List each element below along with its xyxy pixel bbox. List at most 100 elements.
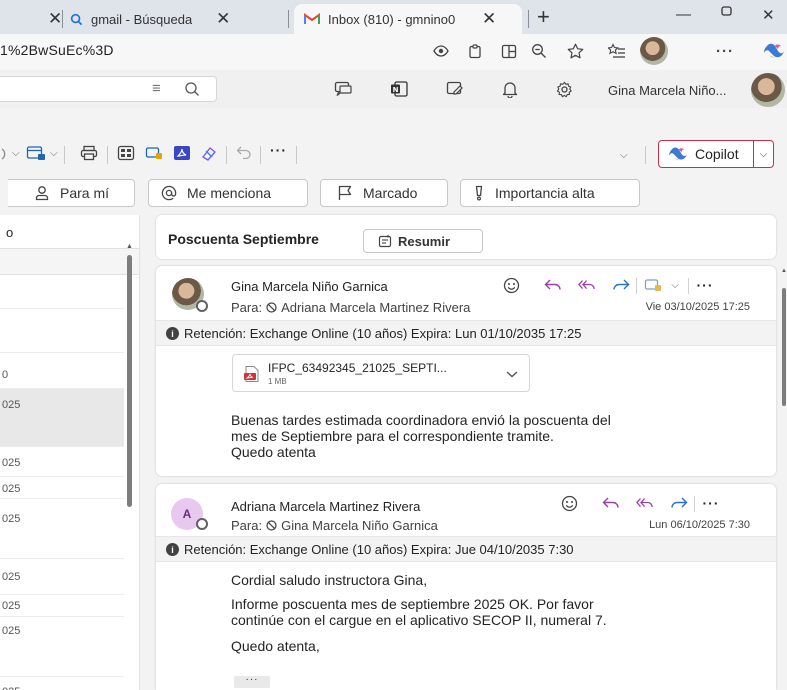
list-item-date: 0 (2, 369, 9, 381)
more-options-icon[interactable]: ··· (702, 494, 720, 512)
list-item[interactable] (0, 275, 124, 309)
user-avatar[interactable] (751, 73, 785, 107)
reply-all-icon[interactable] (636, 494, 654, 512)
tab-close-icon[interactable]: ✕ (38, 4, 62, 34)
list-item[interactable]: 025 (0, 477, 124, 499)
zoom-out-icon[interactable] (530, 42, 548, 60)
bell-icon[interactable] (502, 81, 520, 99)
filter-para-mi[interactable]: Para mí (8, 179, 135, 207)
chevron-down-icon[interactable]: ⌵ (753, 141, 773, 167)
sender-name[interactable]: Adriana Marcela Martinez Rivera (231, 499, 420, 514)
apps-grid-icon[interactable] (117, 145, 135, 163)
undo-icon[interactable] (236, 145, 254, 163)
chevron-down-icon[interactable]: ⌵ (50, 148, 58, 159)
search-box[interactable]: ≡ (0, 76, 217, 102)
tab-gmail-search[interactable]: gmail - Búsqueda ✕ (70, 4, 258, 34)
info-icon: i (166, 543, 179, 556)
copilot-icon (667, 146, 689, 162)
forward-icon[interactable] (670, 494, 688, 512)
more-options-icon[interactable]: ··· (696, 276, 714, 294)
close-icon[interactable]: ✕ (482, 9, 496, 29)
user-name[interactable]: Gina Marcela Niño... (608, 83, 727, 98)
scroll-up-icon[interactable]: ▲ (126, 243, 133, 250)
compose-note-icon[interactable] (446, 81, 464, 99)
tag-category-icon[interactable] (145, 145, 163, 163)
reply-all-icon[interactable] (578, 276, 596, 294)
divider (226, 146, 227, 164)
browser-profile-avatar[interactable] (640, 37, 668, 65)
tag-category-icon[interactable] (644, 276, 662, 294)
list-scrollbar[interactable]: ▲ (124, 241, 134, 531)
maximize-icon[interactable] (720, 4, 734, 22)
eye-icon[interactable] (432, 42, 450, 60)
filter-marcado[interactable]: Marcado (320, 179, 448, 207)
emoji-react-icon[interactable] (502, 276, 520, 294)
list-item-date: 025 (2, 399, 21, 411)
list-item[interactable]: 025 (0, 559, 124, 595)
reply-icon[interactable] (602, 494, 620, 512)
more-options-icon[interactable]: ··· (716, 42, 734, 60)
loop-icon[interactable] (200, 145, 218, 163)
list-item[interactable]: 025 (0, 389, 124, 447)
scrollbar-thumb[interactable] (782, 288, 786, 406)
chevron-down-icon[interactable]: ⌵ (666, 276, 684, 294)
sender-name[interactable]: Gina Marcela Niño Garnica (231, 279, 388, 294)
reply-icon[interactable] (544, 276, 562, 294)
attachment-card[interactable]: IFPC_63492345_21025_SEPTI... 1 MB (232, 354, 530, 392)
meet-now-icon[interactable] (334, 81, 352, 99)
message-card: A Adriana Marcela Martinez Rivera Para: … (156, 484, 776, 690)
minimize-icon[interactable]: — (676, 6, 691, 23)
copilot-button[interactable]: Copilot ⌵ (658, 140, 774, 168)
divider (694, 496, 695, 512)
favorite-star-icon[interactable] (566, 42, 584, 60)
url-text[interactable]: 1%2BwSuEc%3D (0, 42, 114, 58)
list-item[interactable]: 025 (0, 617, 124, 677)
adobe-pdf-icon[interactable] (173, 145, 191, 163)
split-screen-icon[interactable] (500, 42, 518, 60)
list-item[interactable]: 0 (0, 353, 124, 389)
favorites-bar-icon[interactable] (608, 42, 626, 60)
clipboard-icon[interactable] (466, 42, 484, 60)
divider (636, 278, 637, 294)
chevron-down-icon[interactable] (505, 367, 519, 382)
search-icon[interactable] (184, 81, 200, 100)
filter-importancia-alta[interactable]: Importancia alta (460, 179, 640, 207)
recipient-name[interactable]: Gina Marcela Niño Garnica (281, 518, 438, 533)
copilot-icon[interactable] (762, 42, 786, 60)
chevron-down-icon[interactable]: ⌵ (12, 148, 20, 159)
tab-inbox[interactable]: Inbox (810) - gmnino0 ✕ (294, 4, 522, 34)
scrollbar-thumb[interactable] (127, 255, 132, 507)
subject-bar: Poscuenta Septiembre Resumir (156, 215, 776, 259)
close-icon[interactable]: ✕ (216, 9, 230, 29)
filter-label: Importancia alta (495, 185, 595, 201)
summarize-button[interactable]: Resumir (363, 229, 483, 253)
onenote-icon[interactable]: N (390, 81, 408, 99)
chevron-down-icon[interactable]: ⌵ (620, 150, 628, 161)
list-item[interactable]: 025 (0, 447, 124, 477)
filter-label: Marcado (363, 185, 418, 201)
show-more-button[interactable]: ··· (234, 675, 270, 688)
list-item[interactable] (0, 309, 124, 353)
print-icon[interactable] (80, 145, 98, 163)
to-prefix: Para: (231, 518, 263, 533)
tab-divider (288, 10, 289, 28)
body-line: Quedo atenta (231, 444, 316, 460)
window-close-icon[interactable]: ✕ (762, 6, 775, 24)
recipient-name[interactable]: Adriana Marcela Martinez Rivera (281, 300, 470, 315)
message-body: Cordial saludo instructora Gina, Informe… (231, 572, 607, 654)
filter-me-menciona[interactable]: Me menciona (148, 179, 308, 207)
list-item[interactable]: 025 (0, 677, 124, 690)
more-options-icon[interactable]: ··· (270, 142, 288, 160)
reading-pane-scrollbar[interactable]: ▲ (780, 266, 787, 416)
emoji-react-icon[interactable] (560, 494, 578, 512)
move-to-folder-icon[interactable] (26, 145, 45, 163)
body-line: Cordial saludo instructora Gina, (231, 572, 428, 588)
scroll-up-icon[interactable]: ▲ (781, 268, 787, 274)
settings-gear-icon[interactable] (556, 81, 574, 99)
filter-icon[interactable]: ≡ (152, 80, 161, 97)
address-bar: 1%2BwSuEc%3D ··· (0, 34, 787, 70)
forward-icon[interactable] (612, 276, 630, 294)
new-tab-icon[interactable]: + (537, 4, 550, 30)
list-item[interactable]: 025 (0, 499, 124, 559)
list-item[interactable]: 025 (0, 595, 124, 617)
